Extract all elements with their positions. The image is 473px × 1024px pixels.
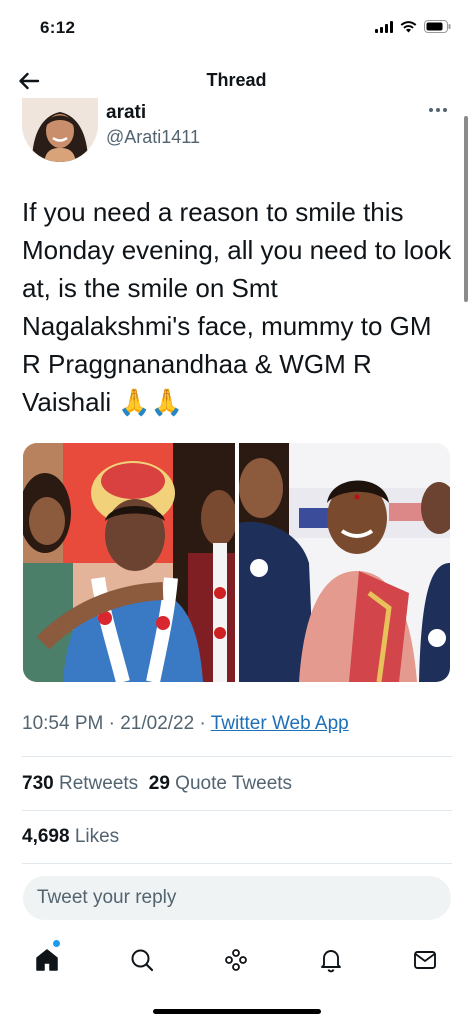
tab-messages[interactable]: [405, 940, 445, 980]
mail-icon: [414, 951, 436, 969]
tweet-date[interactable]: 21/02/22: [120, 713, 194, 734]
author-name[interactable]: arati: [106, 102, 146, 124]
home-icon: [36, 949, 58, 971]
status-bar: 6:12: [0, 0, 473, 56]
bell-icon: [321, 950, 341, 973]
likes-stat[interactable]: 4,698 Likes: [22, 826, 119, 848]
photo-1[interactable]: [23, 443, 235, 682]
quote-tweets-stat[interactable]: 29 Quote Tweets: [149, 773, 292, 794]
tab-home[interactable]: [27, 940, 67, 980]
signal-icon: [375, 20, 393, 33]
tab-search[interactable]: [122, 940, 162, 980]
tweet-text: If you need a reason to smile this Monda…: [22, 197, 452, 417]
reply-input[interactable]: Tweet your reply: [23, 876, 451, 920]
photo-2[interactable]: [238, 443, 450, 682]
divider: [22, 863, 452, 864]
tweet-media[interactable]: [23, 443, 450, 682]
page-title: Thread: [206, 70, 267, 90]
search-icon: [131, 949, 154, 972]
battery-icon: [424, 20, 451, 33]
scrollbar[interactable]: [464, 116, 468, 302]
notification-dot: [53, 940, 60, 947]
tab-notifications[interactable]: [311, 940, 351, 980]
tweet-author: arati @Arati1411: [22, 98, 452, 162]
home-indicator[interactable]: [153, 1009, 321, 1014]
more-dots-icon: [429, 108, 433, 112]
divider: [22, 756, 452, 757]
tweet-time[interactable]: 10:54 PM: [22, 713, 103, 734]
status-time: 6:12: [40, 18, 76, 37]
author-handle[interactable]: @Arati1411: [106, 127, 200, 148]
status-icons: [375, 20, 451, 33]
divider: [22, 810, 452, 811]
spaces-icon: [225, 949, 247, 971]
tweet-source-link[interactable]: Twitter Web App: [211, 713, 349, 734]
retweets-stat[interactable]: 730 Retweets: [22, 773, 138, 794]
tab-bar: [0, 936, 473, 986]
engagement-stats: 730 Retweets 29 Quote Tweets: [22, 773, 292, 795]
more-options-button[interactable]: [428, 100, 448, 120]
tweet-meta: 10:54 PM · 21/02/22 · Twitter Web App: [22, 713, 349, 734]
wifi-icon: [400, 20, 417, 33]
avatar[interactable]: [22, 98, 98, 162]
tab-spaces[interactable]: [216, 940, 256, 980]
